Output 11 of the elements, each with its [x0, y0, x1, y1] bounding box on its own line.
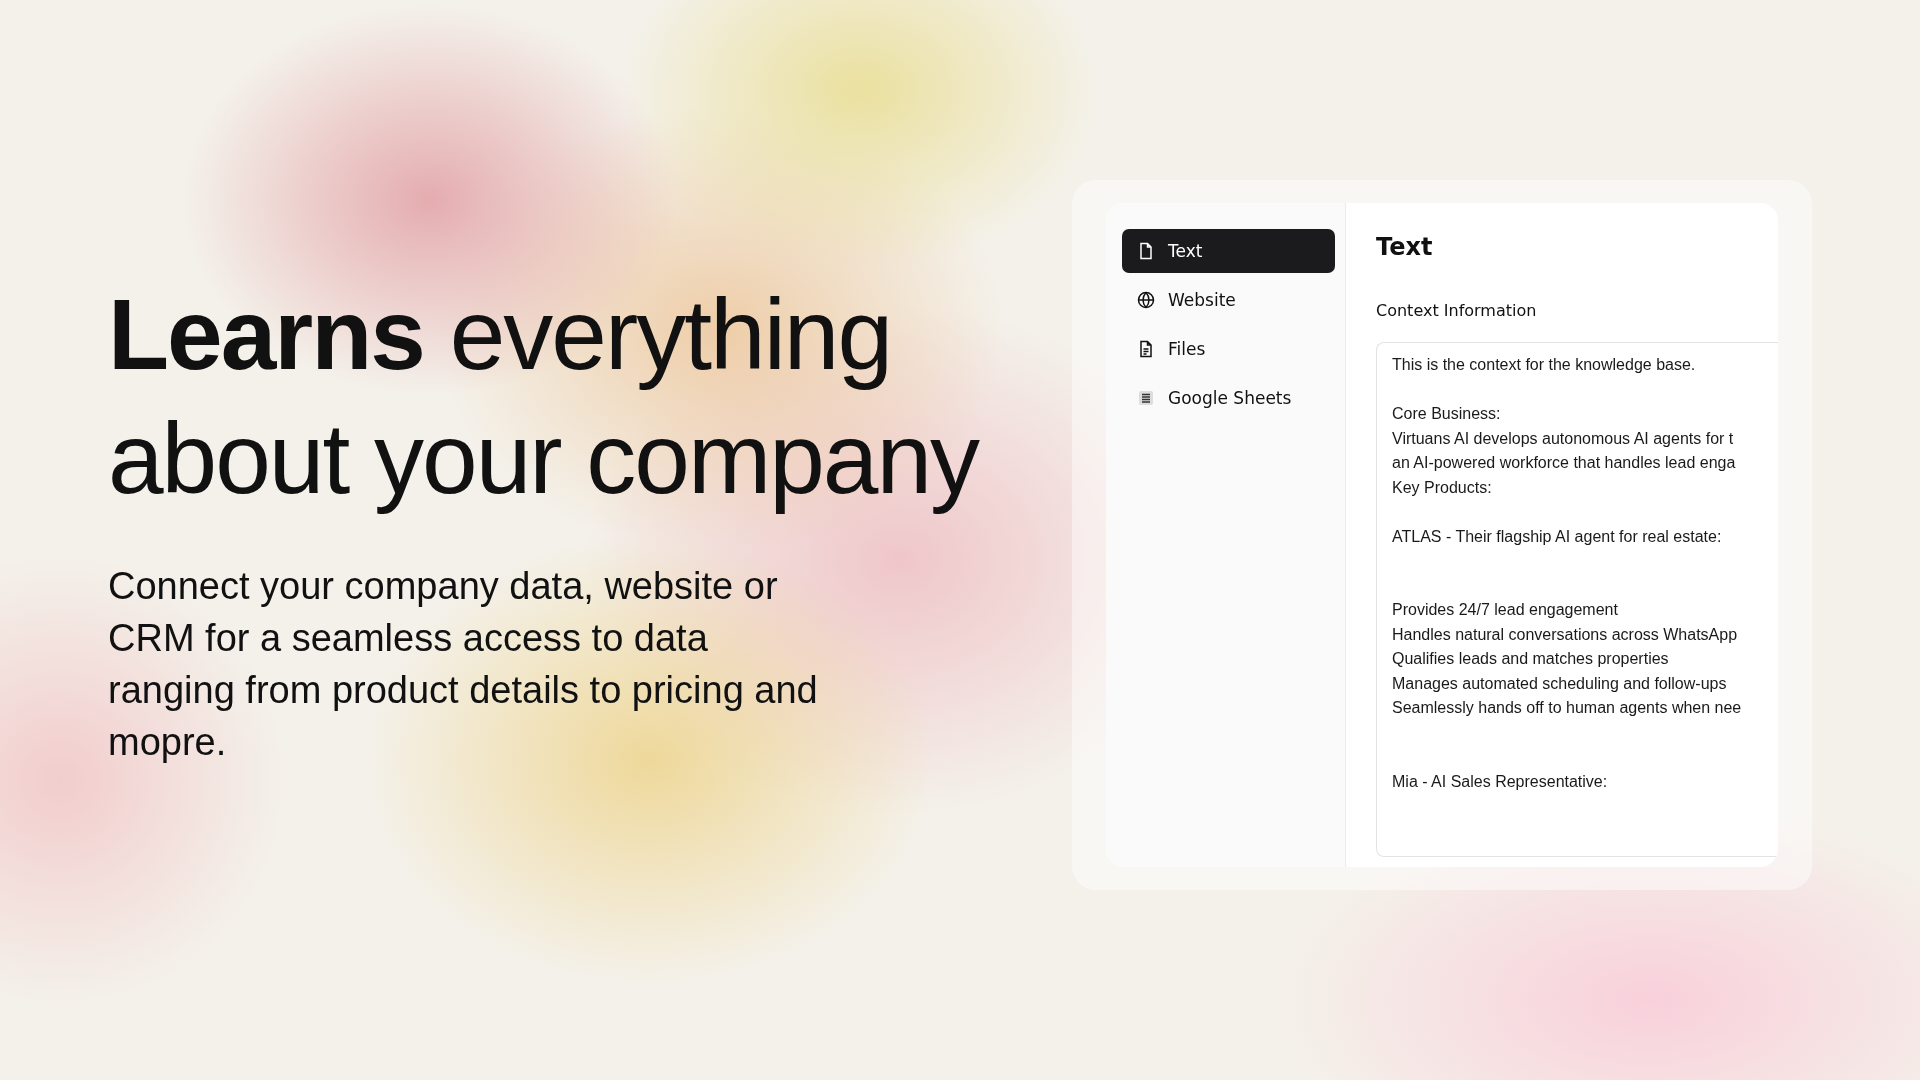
headline: Learns everything about your company: [108, 277, 980, 516]
source-tab[interactable]: Text: [1122, 229, 1335, 273]
source-tab[interactable]: Google Sheets: [1122, 376, 1335, 420]
globe-icon: [1136, 290, 1156, 310]
section-title: Text: [1376, 233, 1434, 261]
field-label: Context Information: [1376, 301, 1538, 320]
source-tab[interactable]: Website: [1122, 278, 1335, 322]
source-tab[interactable]: Files: [1122, 327, 1335, 371]
description-text: Connect your company data, website or CRM for a seamless access to data ranging from product details to pricing and mopre.: [108, 564, 819, 765]
spreadsheet-icon: [1136, 388, 1156, 408]
context-text-area[interactable]: This is the context for the knowledge base. Core Business: Virtuans AI develops autonomous AI agents for t an AI-powered workforce that handles lead enga Key Products: ATLAS - Their flagship AI agent for real estate: Provides 24/7 lead engagement Handles natural conversations across WhatsApp Qualifies leads and matches properties Manages automated scheduling and follow-ups Seamlessly hands off to human agents when nee Mia - AI Sales Representative:: [1376, 342, 1778, 857]
